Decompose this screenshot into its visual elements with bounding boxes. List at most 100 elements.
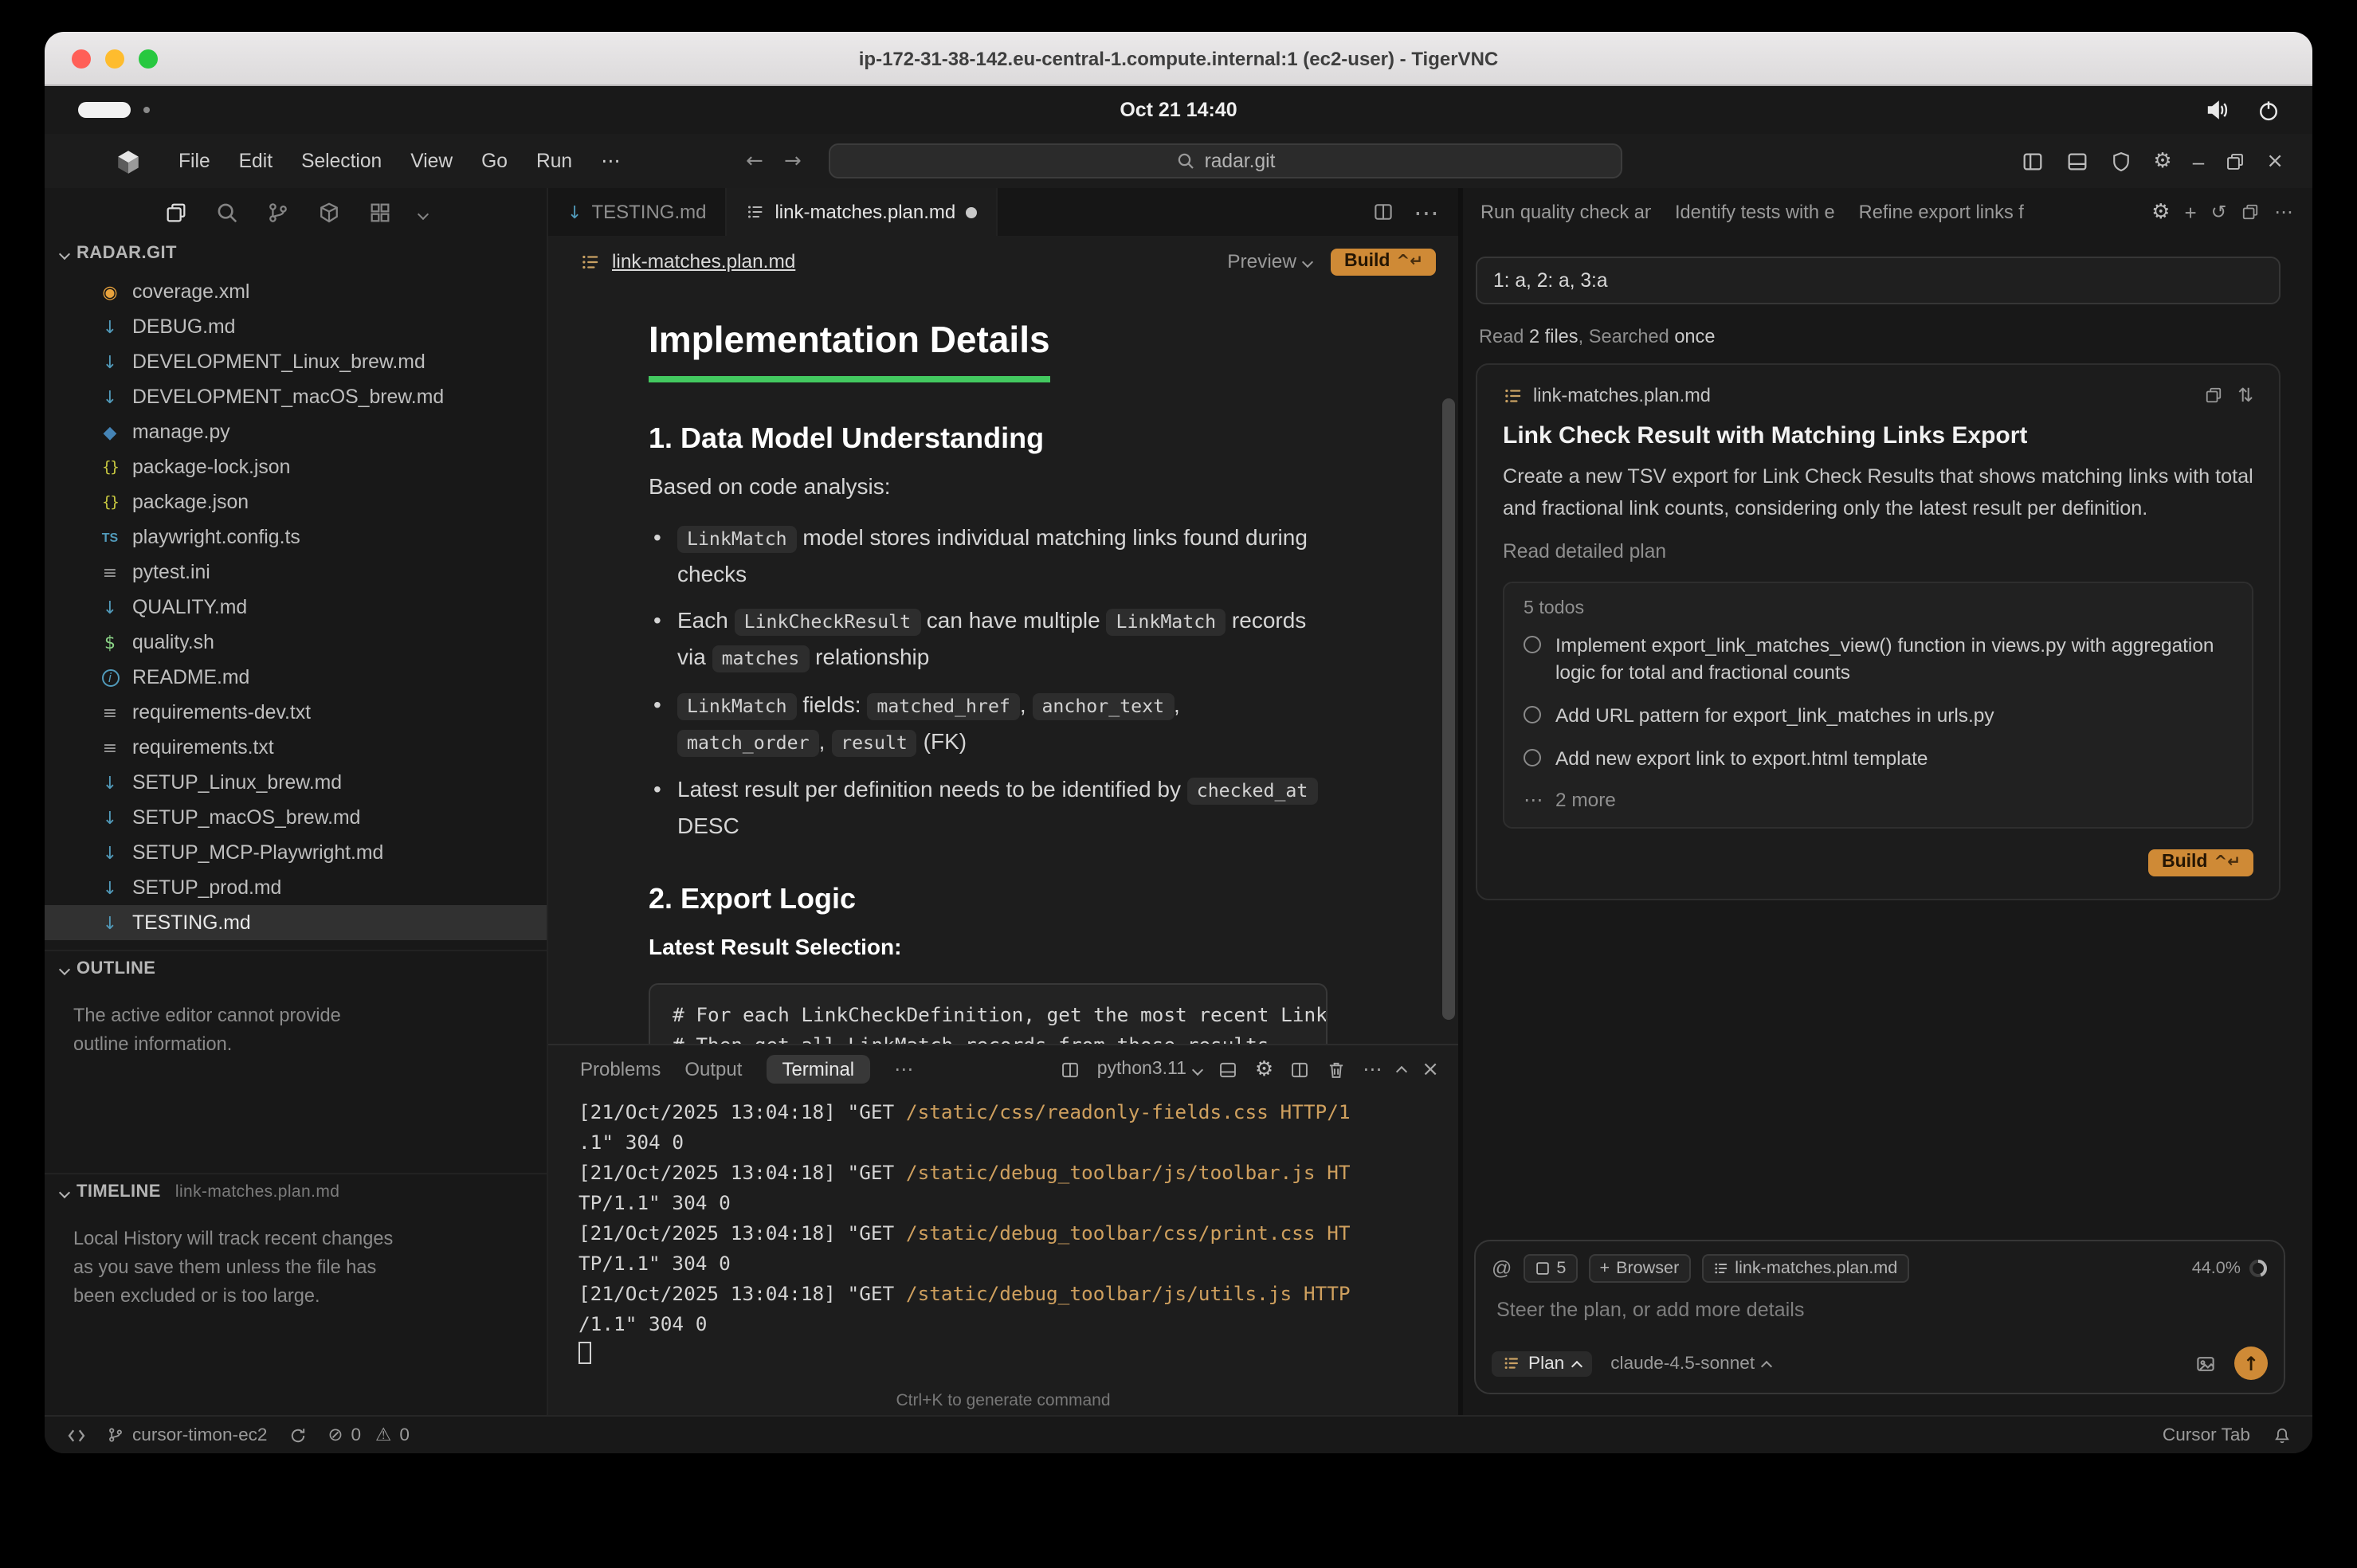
file-item-SETUP_prod.md[interactable]: ↓SETUP_prod.md	[45, 870, 547, 905]
browser-badge[interactable]: + Browser	[1588, 1254, 1690, 1283]
menu-go[interactable]: Go	[467, 150, 522, 172]
layout-panel-icon[interactable]	[2065, 149, 2089, 173]
gear-icon[interactable]: ⚙	[2151, 200, 2170, 224]
file-item-DEVELOPMENT_macOS_brew.md[interactable]: ↓DEVELOPMENT_macOS_brew.md	[45, 379, 547, 414]
search-input[interactable]: radar.git	[829, 143, 1622, 178]
layout-panel-icon[interactable]	[1218, 1059, 1239, 1080]
editor-scrollbar[interactable]	[1442, 398, 1455, 1020]
chat-scroll-area[interactable]: 1: a, 2: a, 3:a Read 2 files, Searched o…	[1463, 236, 2312, 1237]
outline-header[interactable]: OUTLINE	[45, 951, 547, 986]
more-icon[interactable]: ⋯	[2274, 201, 2293, 223]
mode-selector[interactable]: Plan	[1492, 1350, 1591, 1376]
tab-link-matches-plan[interactable]: link-matches.plan.md	[727, 188, 997, 236]
chevron-up-icon[interactable]	[1398, 1058, 1406, 1080]
explorer-section-header[interactable]: RADAR.GIT	[45, 236, 547, 271]
problems-status[interactable]: ⊘0 ⚠0	[328, 1425, 410, 1445]
file-item-package.json[interactable]: {}package.json	[45, 484, 547, 519]
extensions-icon[interactable]	[317, 200, 341, 224]
file-item-manage.py[interactable]: ◆manage.py	[45, 414, 547, 449]
menu-file[interactable]: File	[164, 150, 225, 172]
file-item-QUALITY.md[interactable]: ↓QUALITY.md	[45, 590, 547, 625]
chat-tab[interactable]: Refine export links f	[1859, 201, 2024, 223]
remote-host[interactable]: cursor-timon-ec2	[107, 1425, 268, 1445]
file-item-package-lock.json[interactable]: {}package-lock.json	[45, 449, 547, 484]
shell-selector[interactable]: python3.11	[1097, 1060, 1202, 1079]
chat-tab[interactable]: Identify tests with e	[1675, 201, 1835, 223]
file-item-playwright.config.ts[interactable]: TSplaywright.config.ts	[45, 519, 547, 555]
file-item-DEBUG.md[interactable]: ↓DEBUG.md	[45, 309, 547, 344]
shield-icon[interactable]	[2110, 149, 2132, 173]
menu-selection[interactable]: Selection	[287, 150, 396, 172]
file-item-DEVELOPMENT_Linux_brew.md[interactable]: ↓DEVELOPMENT_Linux_brew.md	[45, 344, 547, 379]
menu-view[interactable]: View	[396, 150, 467, 172]
file-item-quality.sh[interactable]: $quality.sh	[45, 625, 547, 660]
close-icon[interactable]: ×	[1422, 1057, 1439, 1081]
file-item-SETUP_Linux_brew.md[interactable]: ↓SETUP_Linux_brew.md	[45, 765, 547, 800]
file-item-TESTING.md[interactable]: ↓TESTING.md	[45, 905, 547, 940]
chevron-down-icon[interactable]	[419, 198, 427, 226]
search-icon[interactable]	[215, 200, 239, 224]
mention-icon[interactable]: @	[1492, 1257, 1512, 1280]
plus-icon[interactable]: +	[2184, 200, 2196, 224]
context-tabs-badge[interactable]: 5	[1523, 1254, 1577, 1283]
more-icon[interactable]: ⋯	[894, 1058, 913, 1080]
columns-icon[interactable]	[1061, 1059, 1081, 1080]
menu-edit[interactable]: Edit	[225, 150, 287, 172]
read-detailed-plan-link[interactable]: Read detailed plan	[1503, 540, 2253, 563]
tab-testing-md[interactable]: ↓ TESTING.md	[548, 188, 727, 236]
modified-dot-icon[interactable]	[965, 206, 976, 218]
restore-icon[interactable]	[2225, 151, 2245, 171]
image-icon[interactable]	[2194, 1352, 2217, 1374]
trash-icon[interactable]	[1326, 1059, 1347, 1080]
remote-icon[interactable]	[67, 1425, 86, 1445]
split-editor-icon[interactable]	[1372, 201, 1394, 223]
split-icon[interactable]	[1289, 1059, 1310, 1080]
build-button[interactable]: Build^↵	[1331, 248, 1436, 275]
grid-icon[interactable]	[368, 200, 392, 224]
file-item-SETUP_MCP-Playwright.md[interactable]: ↓SETUP_MCP-Playwright.md	[45, 835, 547, 870]
user-message[interactable]: 1: a, 2: a, 3:a	[1476, 257, 2281, 304]
gear-icon[interactable]: ⚙	[2153, 149, 2171, 173]
file-item-pytest.ini[interactable]: ≡pytest.ini	[45, 555, 547, 590]
file-item-README.md[interactable]: iREADME.md	[45, 660, 547, 695]
chat-tab[interactable]: Run quality check an	[1480, 201, 1651, 223]
tab-problems[interactable]: Problems	[580, 1058, 661, 1080]
history-icon[interactable]: ↺	[2211, 201, 2227, 223]
source-control-icon[interactable]	[266, 200, 290, 224]
minimize-icon[interactable]: –	[2193, 149, 2204, 173]
tab-output[interactable]: Output	[684, 1058, 742, 1080]
model-selector[interactable]: claude-4.5-sonnet	[1610, 1354, 1771, 1373]
bell-icon[interactable]	[2273, 1425, 2292, 1445]
todo-item[interactable]: Add new export link to export.html templ…	[1524, 746, 2233, 774]
terminal-output[interactable]: [21/Oct/2025 13:04:18] "GET /static/css/…	[548, 1093, 1458, 1370]
plan-file-name[interactable]: link-matches.plan.md	[1533, 384, 1711, 406]
file-item-SETUP_macOS_brew.md[interactable]: ↓SETUP_macOS_brew.md	[45, 800, 547, 835]
layout-sidebar-icon[interactable]	[2021, 149, 2045, 173]
expand-icon[interactable]: ⇅	[2237, 384, 2253, 406]
close-icon[interactable]: ×	[2266, 149, 2284, 173]
todo-item[interactable]: Implement export_link_matches_view() fun…	[1524, 633, 2233, 689]
cursor-tab-toggle[interactable]: Cursor Tab	[2163, 1425, 2250, 1445]
todos-more[interactable]: ⋯ 2 more	[1524, 788, 2233, 810]
file-item-requirements.txt[interactable]: ≡requirements.txt	[45, 730, 547, 765]
menu-overflow[interactable]: ⋯	[586, 150, 635, 172]
forward-icon[interactable]: →	[784, 149, 802, 173]
sync-icon[interactable]	[288, 1425, 308, 1445]
chat-composer[interactable]: @ 5 + Browser link-matches.plan.md 44	[1474, 1240, 2285, 1394]
file-item-requirements-dev.txt[interactable]: ≡requirements-dev.txt	[45, 695, 547, 730]
more-icon[interactable]: ⋯	[1363, 1058, 1382, 1080]
composer-input[interactable]: Steer the plan, or add more details	[1496, 1299, 2268, 1321]
explorer-icon[interactable]	[164, 200, 188, 224]
plan-file-badge[interactable]: link-matches.plan.md	[1701, 1254, 1908, 1283]
gear-icon[interactable]: ⚙	[1255, 1057, 1273, 1081]
back-icon[interactable]: ←	[746, 149, 763, 173]
copy-icon[interactable]	[2241, 202, 2260, 221]
more-icon[interactable]: ⋯	[1414, 197, 1439, 227]
copy-icon[interactable]	[2204, 386, 2223, 405]
preview-file-link[interactable]: link-matches.plan.md	[612, 250, 795, 272]
file-item-coverage.xml[interactable]: ◉coverage.xml	[45, 274, 547, 309]
timeline-header[interactable]: TIMELINE link-matches.plan.md	[45, 1174, 547, 1209]
menu-run[interactable]: Run	[522, 150, 586, 172]
preview-dropdown[interactable]: Preview	[1227, 250, 1312, 272]
send-button[interactable]: ↑	[2234, 1347, 2268, 1380]
